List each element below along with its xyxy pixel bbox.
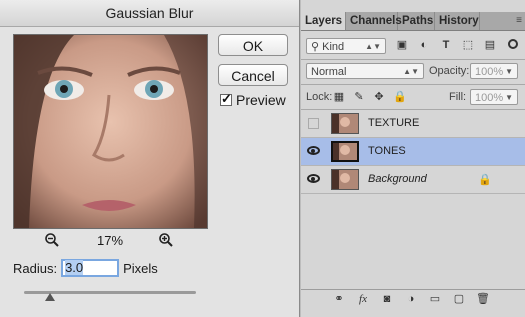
layer-name: TONES: [368, 145, 406, 157]
radius-slider-thumb[interactable]: [44, 293, 55, 301]
layer-thumbnail: [331, 113, 359, 134]
filter-toggle-icon[interactable]: [508, 39, 518, 49]
filter-kind-value: Kind: [322, 41, 345, 53]
layers-bottom-toolbar: ⚭ fx ◙ ◑ ▭ ▢ 🗑: [301, 289, 525, 308]
radius-value: 3.0: [65, 260, 84, 275]
cancel-button[interactable]: Cancel: [218, 64, 288, 86]
add-mask-icon[interactable]: ◙: [380, 292, 394, 306]
new-group-icon[interactable]: ▭: [428, 292, 442, 306]
smart-object-filter-icon[interactable]: ▤: [483, 38, 497, 52]
layer-row-tones[interactable]: TONES: [301, 138, 525, 166]
zoom-in-icon[interactable]: [158, 232, 174, 248]
zoom-out-icon[interactable]: [44, 232, 60, 248]
search-icon: ⚲: [311, 41, 320, 53]
panel-tabs: Layers Channels Paths History: [301, 12, 525, 31]
type-filter-icon[interactable]: T: [439, 38, 453, 52]
lock-label: Lock:: [306, 91, 333, 103]
radius-row: Radius: 3.0 Pixels: [13, 259, 158, 277]
tab-history[interactable]: History: [435, 12, 480, 30]
shape-filter-icon[interactable]: ⬚: [461, 38, 475, 52]
fill-value: 100%: [475, 92, 504, 104]
chevron-down-icon: ▲▼: [403, 67, 419, 76]
opacity-label: Opacity:: [429, 65, 470, 77]
chevron-down-icon: ▲▼: [365, 42, 381, 51]
layers-panel: Layers Channels Paths History ≡ ⚲ Kind ▲…: [301, 0, 525, 317]
layer-filter-row: ⚲ Kind ▲▼ ▣ ◐ T ⬚ ▤: [306, 36, 520, 56]
face-preview-graphic: [14, 35, 207, 228]
layer-style-fx-icon[interactable]: fx: [356, 292, 370, 306]
lock-position-icon[interactable]: ✥: [373, 91, 385, 103]
blend-mode-value: Normal: [311, 66, 347, 78]
new-layer-icon[interactable]: ▢: [452, 292, 466, 306]
link-layers-icon[interactable]: ⚭: [332, 292, 346, 306]
visibility-off-icon[interactable]: [308, 118, 319, 129]
radius-unit: Pixels: [123, 260, 158, 276]
radius-label: Radius:: [13, 260, 58, 276]
lock-transparent-icon[interactable]: ▦: [333, 91, 345, 103]
opacity-value: 100%: [475, 66, 504, 78]
eye-icon[interactable]: [307, 146, 320, 155]
tab-layers[interactable]: Layers: [301, 12, 346, 30]
ok-button[interactable]: OK: [218, 34, 288, 56]
fill-field[interactable]: 100% ▼: [470, 89, 518, 105]
tab-channels[interactable]: Channels: [346, 12, 402, 30]
image-filter-icon[interactable]: ▣: [395, 38, 409, 52]
layer-row-texture[interactable]: TEXTURE: [301, 110, 525, 138]
preview-toggle[interactable]: Preview: [220, 91, 286, 108]
layer-thumbnail: [331, 169, 359, 190]
panel-menu-icon[interactable]: ≡: [516, 15, 522, 26]
layer-thumbnail: [331, 141, 359, 162]
trash-icon[interactable]: 🗑: [476, 292, 490, 306]
zoom-percentage: 17%: [96, 233, 124, 248]
zoom-controls: 17%: [13, 232, 206, 250]
opacity-field[interactable]: 100% ▼: [470, 63, 518, 79]
layer-row-background[interactable]: Background 🔒: [301, 166, 525, 194]
tab-paths[interactable]: Paths: [398, 12, 435, 30]
lock-all-icon[interactable]: 🔒: [393, 91, 407, 103]
chevron-down-icon: ▼: [505, 93, 513, 102]
fill-label: Fill:: [449, 91, 467, 103]
layer-name: TEXTURE: [368, 117, 420, 129]
chevron-down-icon: ▼: [505, 67, 513, 76]
lock-icon: 🔒: [478, 174, 492, 186]
preview-label: Preview: [236, 92, 286, 108]
adjustment-filter-icon[interactable]: ◐: [417, 38, 431, 52]
adjustment-layer-icon[interactable]: ◑: [404, 292, 418, 306]
gaussian-blur-dialog: Gaussian Blur OK Cancel ✓ Preview 17% Ra…: [0, 0, 300, 317]
layer-name: Background: [368, 173, 427, 185]
lock-image-icon[interactable]: ✎: [353, 91, 365, 103]
radius-input[interactable]: 3.0: [61, 259, 120, 277]
blend-mode-select[interactable]: Normal ▲▼: [306, 63, 424, 79]
eye-icon[interactable]: [307, 174, 320, 183]
blur-preview-image[interactable]: [13, 34, 208, 229]
filter-kind-select[interactable]: ⚲ Kind ▲▼: [306, 38, 386, 54]
preview-checkbox[interactable]: [220, 91, 232, 107]
dialog-title: Gaussian Blur: [0, 0, 299, 27]
